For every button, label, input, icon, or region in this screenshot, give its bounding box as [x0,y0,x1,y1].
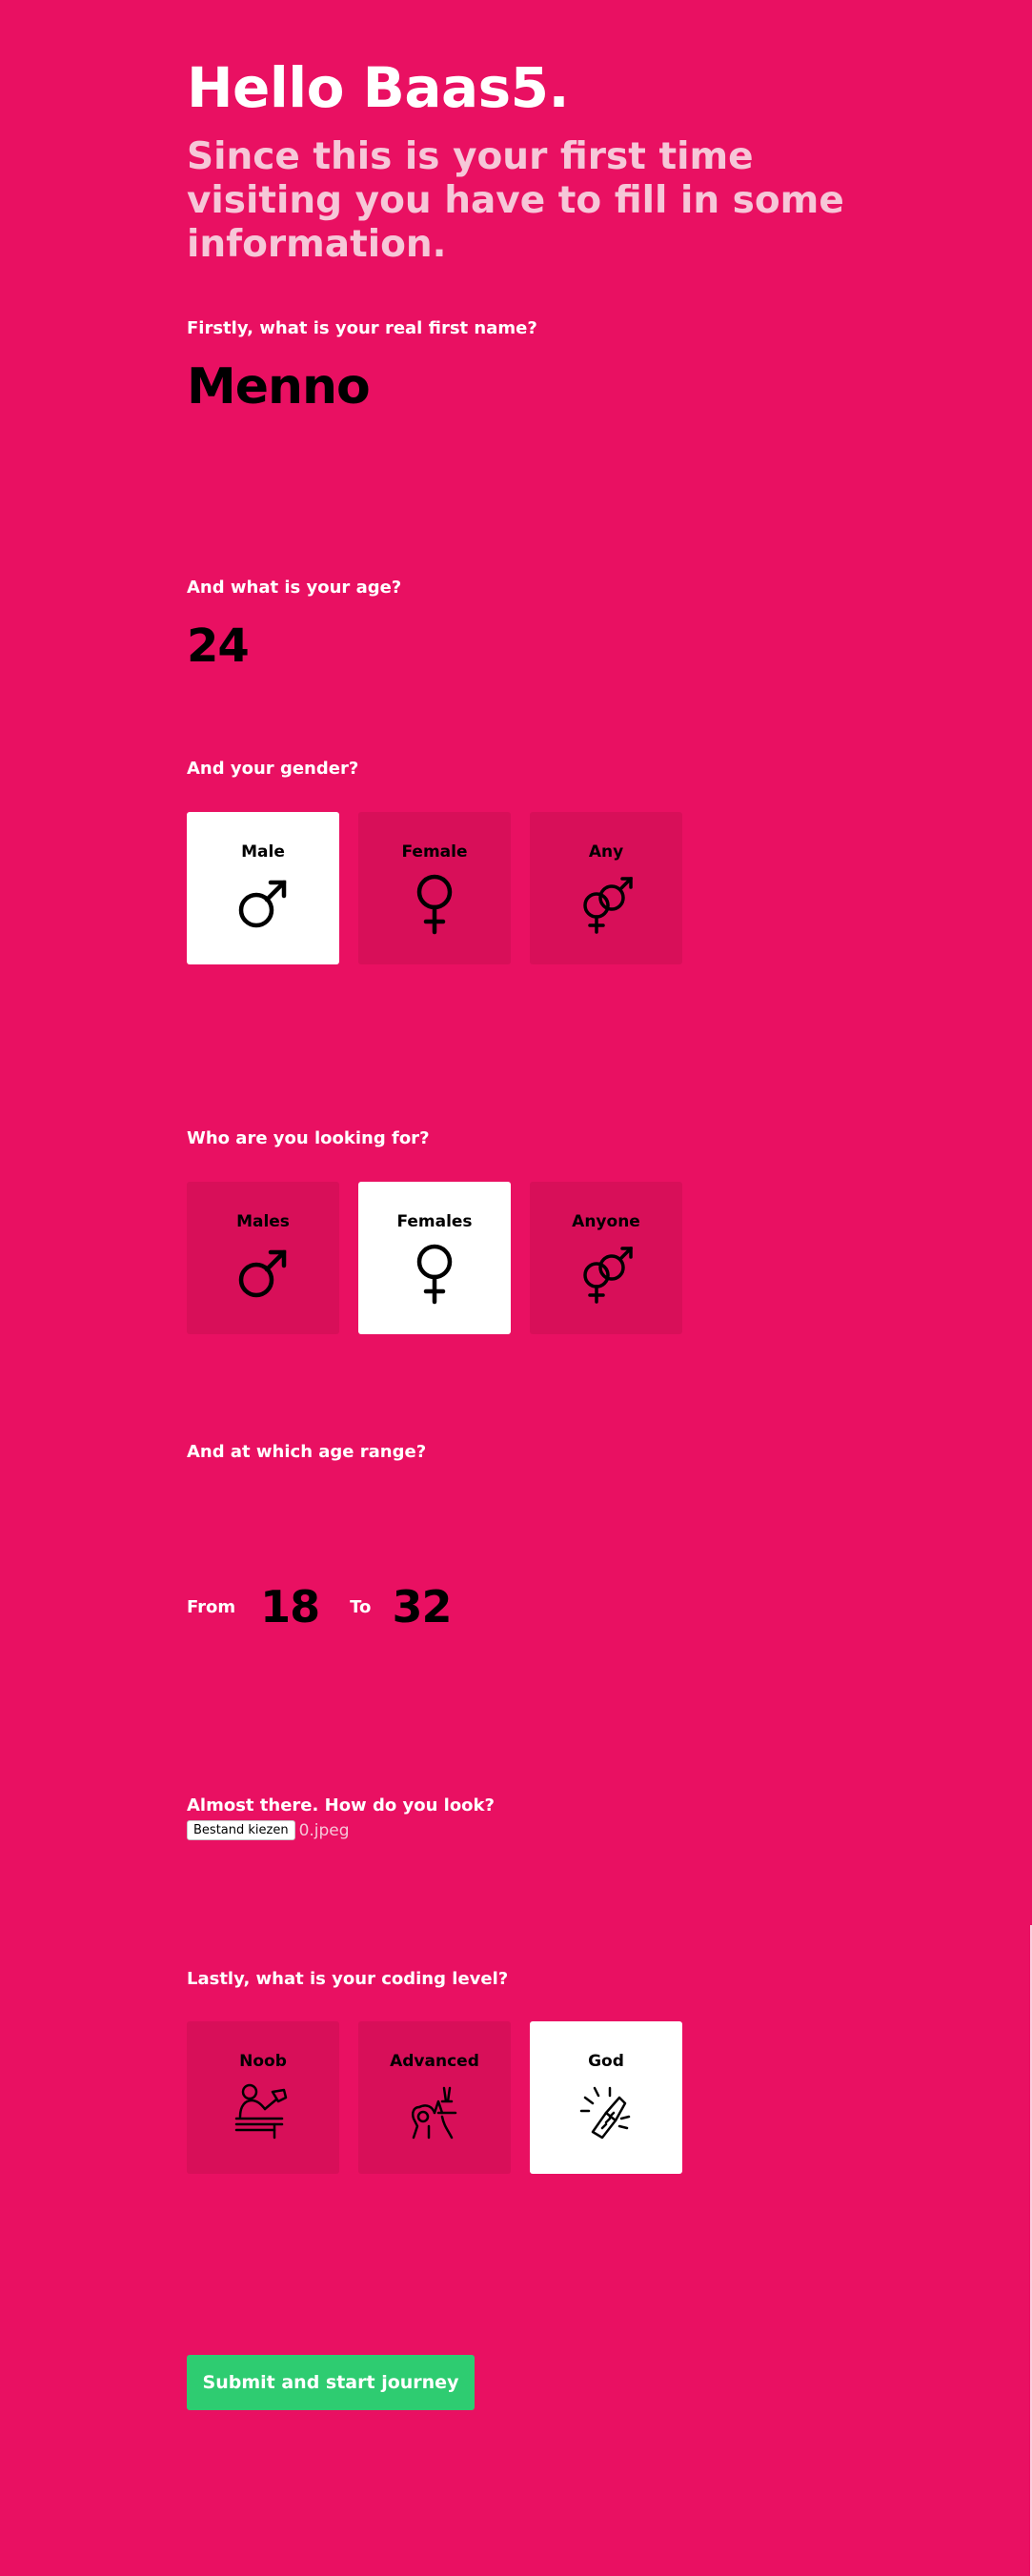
age-input[interactable]: 24 [187,619,250,673]
female-symbol-icon [400,869,469,938]
greeting-title: Hello Baas5. [187,55,570,120]
looking-for-option-label: Anyone [572,1212,640,1231]
any-gender-symbol-icon [572,1239,640,1308]
intro-subtitle: Since this is your first time visiting y… [187,135,844,266]
looking-for-option-anyone[interactable]: Anyone [530,1182,682,1334]
gender-option-label: Male [241,842,285,862]
photo-question: Almost there. How do you look? [187,1795,495,1815]
submit-button[interactable]: Submit and start journey [187,2355,475,2410]
coding-option-label: Noob [239,2052,287,2071]
name-question: Firstly, what is your real first name? [187,318,537,338]
age-range-to-label: To [350,1596,372,1617]
age-range-from-input[interactable]: 18 [260,1581,320,1633]
age-range-question: And at which age range? [187,1442,427,1462]
gender-question: And your gender? [187,759,359,779]
gender-option-male[interactable]: Male [187,812,339,964]
photo-upload: Bestand kiezen 0.jpeg [187,1820,350,1840]
looking-for-options: Males Females Anyone [187,1182,682,1334]
gender-option-label: Any [588,842,624,862]
coding-option-label: Advanced [390,2052,479,2071]
age-question: And what is your age? [187,578,402,598]
looking-for-option-label: Males [236,1212,290,1231]
looking-for-option-females[interactable]: Females [358,1182,511,1334]
coding-option-label: God [588,2052,624,2071]
choose-file-button[interactable]: Bestand kiezen [187,1820,295,1840]
gender-options: Male Female Any [187,812,682,964]
gender-option-female[interactable]: Female [358,812,511,964]
female-symbol-icon [400,1239,469,1308]
male-symbol-icon [229,1239,297,1308]
looking-for-option-males[interactable]: Males [187,1182,339,1334]
coding-level-question: Lastly, what is your coding level? [187,1969,509,1989]
age-range-to-input[interactable]: 32 [392,1581,452,1633]
coding-option-noob[interactable]: Noob [187,2021,339,2174]
male-symbol-icon [229,869,297,938]
advanced-coder-icon [400,2079,469,2147]
god-coder-icon [572,2079,640,2147]
looking-for-option-label: Females [396,1212,473,1231]
gender-option-label: Female [401,842,468,862]
age-range-row: From 18 To 32 [187,1578,452,1635]
selected-file-name: 0.jpeg [298,1820,350,1840]
looking-for-question: Who are you looking for? [187,1128,430,1148]
coding-level-options: Noob Advanced God [187,2021,682,2174]
any-gender-symbol-icon [572,869,640,938]
coding-option-god[interactable]: God [530,2021,682,2174]
age-range-from-label: From [187,1596,236,1617]
coding-option-advanced[interactable]: Advanced [358,2021,511,2174]
first-name-input[interactable]: Menno [187,358,371,416]
gender-option-any[interactable]: Any [530,812,682,964]
noob-coder-icon [229,2079,297,2147]
